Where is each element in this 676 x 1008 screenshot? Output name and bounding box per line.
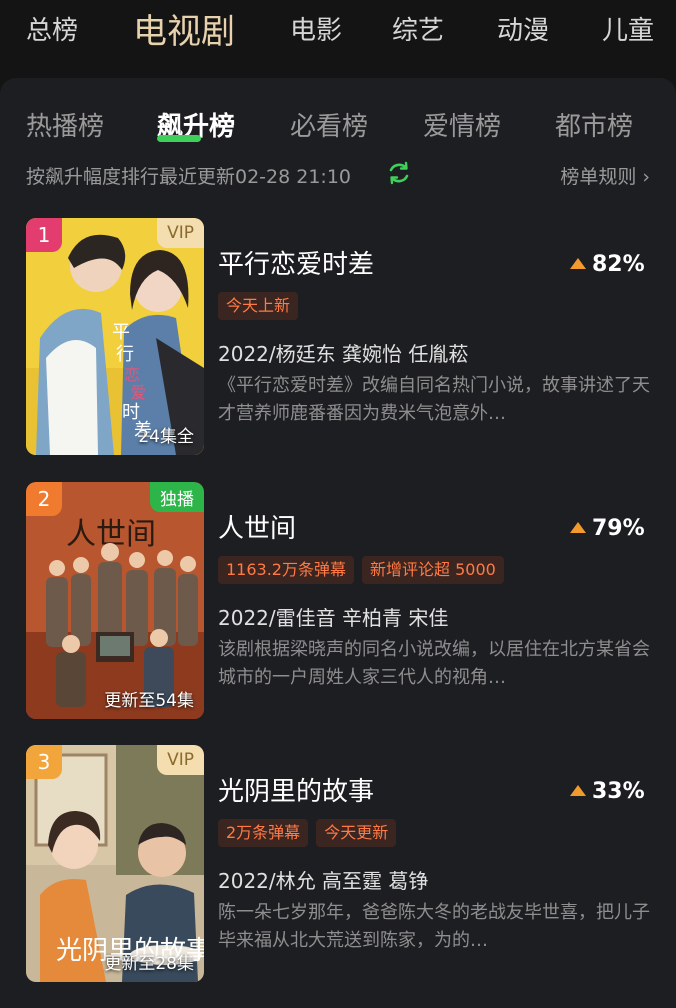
show-title[interactable]: 光阴里的故事 — [218, 771, 374, 808]
badge-row: 1163.2万条弹幕 新增评论超 5000 — [218, 556, 512, 584]
top-tab-anime[interactable]: 动漫 — [497, 10, 549, 47]
top-tab-tv-series[interactable]: 电视剧 — [133, 4, 235, 53]
ranking-item[interactable]: 人世间 2 独播 更新至54集 人世间 79% 1163.2万条弹幕 新增评论超… — [26, 482, 650, 722]
rank-badge: 1 — [26, 218, 62, 252]
episode-count: 24集全 — [138, 427, 194, 447]
danmaku-count-badge: 1163.2万条弹幕 — [218, 556, 354, 584]
vip-badge: VIP — [157, 218, 204, 248]
danmaku-count-badge: 2万条弹幕 — [218, 819, 309, 847]
subtab-hot[interactable]: 热播榜 — [26, 106, 104, 143]
show-summary: 陈一朵七岁那年，爸爸陈大冬的老战友毕世喜，把儿子毕来福从北大荒送到陈家，为的… — [218, 902, 650, 951]
ranking-subtabs: 热播榜 飙升榜 必看榜 爱情榜 都市榜 — [0, 78, 676, 148]
rise-indicator: 79% — [570, 516, 650, 542]
rise-percent: 33% — [592, 779, 645, 804]
year-cast: 2022/杨廷东 龚婉怡 任胤菘 — [218, 342, 469, 366]
top-tab-kids[interactable]: 儿童 — [602, 10, 654, 47]
refresh-icon[interactable] — [386, 160, 412, 186]
rise-indicator: 82% — [570, 252, 650, 278]
rise-indicator: 33% — [570, 779, 650, 805]
ranking-rules-label: 榜单规则 — [560, 166, 637, 188]
show-summary: 《平行恋爱时差》改编自同名热门小说，故事讲述了天才营养师鹿番番因为费米气泡意外… — [218, 375, 650, 424]
subtab-must-watch[interactable]: 必看榜 — [290, 106, 368, 143]
rise-percent: 82% — [592, 252, 645, 277]
top-category-nav: 总榜 电视剧 电影 综艺 动漫 儿童 — [0, 0, 676, 62]
up-triangle-icon — [570, 258, 586, 269]
rise-percent: 79% — [592, 516, 645, 541]
active-subtab-indicator — [157, 135, 201, 142]
comments-badge: 新增评论超 5000 — [362, 556, 504, 584]
status-badge: 今天更新 — [316, 819, 397, 847]
poster-art: 光阴里的故事 — [26, 745, 204, 982]
ranking-item[interactable]: 光阴里的故事 3 VIP 更新至28集 光阴里的故事 33% 2万条弹幕 今天更新… — [26, 745, 650, 985]
poster-image[interactable]: 平 行 恋 爱 时 差 1 VIP 24集全 — [26, 218, 204, 455]
up-triangle-icon — [570, 522, 586, 533]
poster-image[interactable]: 光阴里的故事 3 VIP 更新至28集 — [26, 745, 204, 982]
svg-text:恋: 恋 — [124, 365, 140, 384]
subtab-romance[interactable]: 爱情榜 — [423, 106, 501, 143]
show-summary: 该剧根据梁晓声的同名小说改编，以居住在北方某省会城市的一户周姓人家三代人的视角… — [218, 639, 650, 688]
show-title[interactable]: 平行恋爱时差 — [218, 244, 374, 281]
show-title[interactable]: 人世间 — [218, 508, 296, 545]
ranking-rules-link[interactable]: 榜单规则 › — [560, 162, 650, 189]
ranking-info-bar: 按飙升幅度排行最近更新02-28 21:10 榜单规则 › — [26, 160, 650, 190]
episode-count: 更新至28集 — [104, 954, 194, 974]
svg-text:爱: 爱 — [130, 383, 146, 402]
top-tab-movies[interactable]: 电影 — [290, 10, 342, 47]
poster-art: 平 行 恋 爱 时 差 — [26, 218, 204, 455]
svg-text:行: 行 — [116, 344, 134, 365]
top-tab-overall[interactable]: 总榜 — [26, 10, 78, 47]
badge-row: 2万条弹幕 今天更新 — [218, 819, 404, 847]
subtab-urban[interactable]: 都市榜 — [555, 106, 633, 143]
episode-count: 更新至54集 — [104, 691, 194, 711]
top-tab-variety[interactable]: 综艺 — [392, 10, 444, 47]
ranking-description: 按飙升幅度排行最近更新02-28 21:10 — [26, 166, 352, 188]
status-badge: 今天上新 — [218, 292, 299, 320]
up-triangle-icon — [570, 785, 586, 796]
badge-row: 今天上新 — [218, 292, 306, 320]
vip-badge: VIP — [157, 745, 204, 775]
year-cast: 2022/林允 高至霆 葛铮 — [218, 869, 429, 893]
exclusive-badge: 独播 — [150, 482, 204, 512]
ranking-item[interactable]: 平 行 恋 爱 时 差 1 VIP 24集全 平行恋爱时差 82% 今天上新 2… — [26, 218, 650, 458]
rank-badge: 3 — [26, 745, 62, 779]
chevron-right-icon: › — [642, 166, 650, 188]
rank-badge: 2 — [26, 482, 62, 516]
poster-art: 人世间 — [26, 482, 204, 719]
year-cast: 2022/雷佳音 辛柏青 宋佳 — [218, 606, 449, 630]
poster-image[interactable]: 人世间 2 独播 更新至54集 — [26, 482, 204, 719]
svg-text:平: 平 — [112, 322, 130, 343]
